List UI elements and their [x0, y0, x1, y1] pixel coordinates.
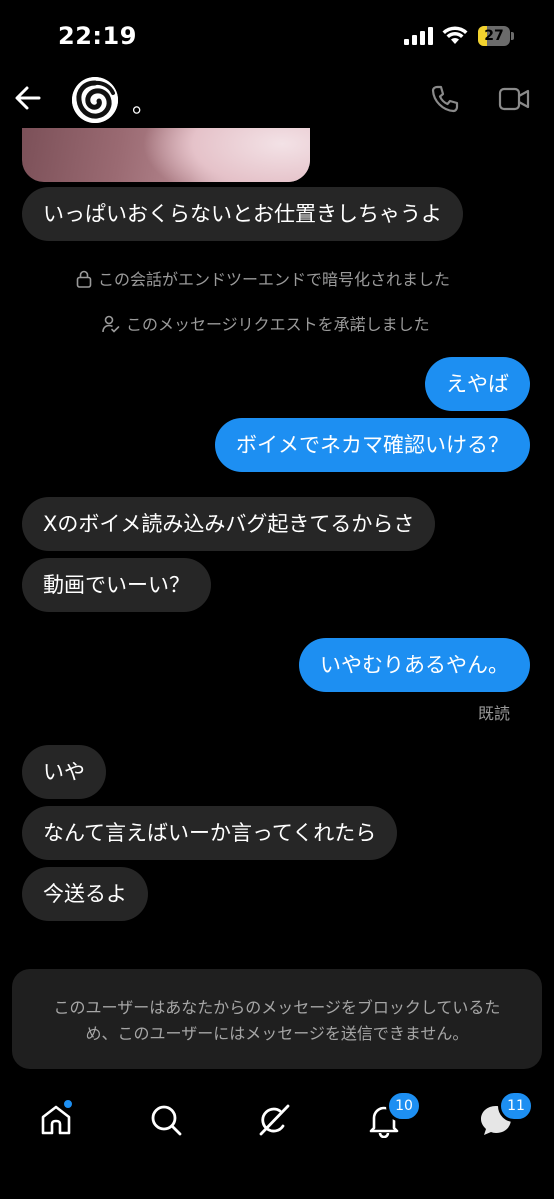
cellular-signal-icon	[404, 27, 433, 45]
message-outgoing[interactable]: ボイメでネカマ確認いける？	[215, 418, 530, 472]
blocked-notice: このユーザーはあなたからのメッセージをブロックしているた め、このユーザーにはメ…	[12, 969, 542, 1069]
lock-icon	[76, 270, 92, 288]
conversation-header: 。	[0, 70, 554, 128]
battery-icon: 27	[478, 26, 514, 46]
nav-notifications[interactable]: 10	[364, 1090, 422, 1142]
nav-search[interactable]	[146, 1098, 190, 1142]
back-arrow-icon[interactable]	[14, 84, 42, 112]
status-bar: 22:19 27	[0, 0, 554, 70]
blocked-notice-line2: め、このユーザーにはメッセージを送信できません。	[85, 1024, 469, 1043]
nav-home[interactable]	[36, 1098, 80, 1142]
avatar-image	[72, 77, 118, 123]
message-incoming[interactable]: Xのボイメ読み込みバグ起きてるからさ	[22, 497, 436, 551]
home-unread-dot	[62, 1098, 74, 1110]
contact-name[interactable]: 。	[132, 84, 156, 119]
message-incoming[interactable]: いっぱいおくらないとお仕置きしちゃうよ	[22, 187, 463, 241]
avatar[interactable]	[72, 77, 118, 123]
status-time: 22:19	[58, 22, 137, 50]
battery-level: 27	[484, 28, 504, 44]
read-receipt: 既読	[477, 704, 510, 723]
message-incoming[interactable]: いや	[22, 745, 106, 799]
message-outgoing[interactable]: いやむりあるやん。	[299, 638, 530, 692]
blocked-notice-line1: このユーザーはあなたからのメッセージをブロックしているた	[53, 998, 501, 1017]
search-icon	[151, 1105, 182, 1136]
nav-messages[interactable]: 11	[476, 1090, 534, 1142]
wifi-icon	[442, 26, 468, 44]
encryption-notice: この会話がエンドツーエンドで暗号化されました	[76, 266, 450, 290]
messages-badge: 11	[498, 1090, 534, 1122]
request-accepted-notice: このメッセージリクエストを承諾しました	[102, 311, 430, 335]
video-camera-icon[interactable]	[498, 86, 530, 112]
bottom-navigation: 10 11	[0, 1080, 554, 1199]
phone-icon[interactable]	[430, 84, 460, 114]
message-outgoing[interactable]: えやば	[425, 357, 530, 411]
message-incoming[interactable]: なんて言えばいーか言ってくれたら	[22, 806, 398, 860]
message-incoming[interactable]: 動画でいーい？	[22, 558, 211, 612]
encryption-notice-text: この会話がエンドツーエンドで暗号化されました	[98, 270, 451, 289]
grok-icon	[259, 1104, 290, 1136]
message-incoming[interactable]: 今送るよ	[22, 867, 148, 921]
nav-grok[interactable]	[254, 1098, 298, 1142]
request-accepted-text: このメッセージリクエストを承諾しました	[126, 315, 430, 334]
notifications-badge: 10	[386, 1090, 422, 1122]
user-check-icon	[102, 315, 120, 333]
